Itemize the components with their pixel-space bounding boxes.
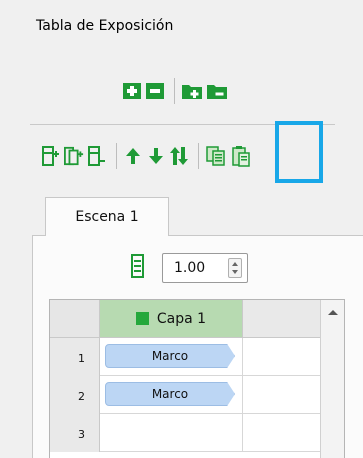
frame-chip[interactable]: Marco	[105, 344, 235, 368]
remove-green-square-icon[interactable]	[145, 81, 165, 101]
scroll-up-arrow-icon[interactable]	[328, 310, 338, 315]
copy-icon[interactable]	[205, 146, 227, 166]
swap-arrows-icon[interactable]	[169, 146, 189, 166]
grid-cell[interactable]: Marco	[100, 338, 243, 376]
grid-corner	[50, 300, 100, 338]
layer-color-swatch	[135, 312, 149, 325]
toolbar-separator	[116, 143, 117, 169]
table-row: 1 Marco	[50, 338, 321, 376]
vertical-scrollbar[interactable]	[320, 300, 344, 458]
toolbar-separator	[198, 143, 199, 169]
highlight-box	[275, 121, 323, 183]
table-row: 2 Marco	[50, 376, 321, 414]
remove-frame-icon[interactable]	[87, 146, 107, 166]
table-row: 3	[50, 414, 321, 452]
frame-zoom-icon	[131, 254, 144, 278]
toolbar-separator	[174, 78, 175, 104]
move-up-arrow-icon[interactable]	[123, 146, 143, 166]
spin-up-icon[interactable]	[232, 262, 238, 266]
grid-cell[interactable]: Marco	[100, 376, 243, 414]
frame-chip[interactable]: Marco	[105, 382, 235, 406]
row-number: 3	[50, 414, 100, 452]
remove-folder-icon[interactable]	[206, 81, 228, 101]
paste-icon[interactable]	[230, 146, 252, 167]
exposure-grid: Capa 1 1 Marco 2 Marco 3	[49, 299, 345, 458]
layer-toolbar	[122, 76, 231, 106]
add-green-square-icon[interactable]	[122, 81, 142, 101]
layer-header-label: Capa 1	[156, 310, 207, 327]
zoom-value[interactable]: 1.00	[174, 260, 205, 276]
add-folder-icon[interactable]	[181, 81, 203, 101]
exposure-table-panel: Tabla de Exposición Escena 1 1.00 Capa 1…	[0, 0, 363, 458]
zoom-spinbox[interactable]: 1.00	[162, 253, 248, 283]
frame-toolbar	[41, 136, 255, 176]
tab-escena-1[interactable]: Escena 1	[45, 197, 169, 236]
header-empty	[243, 300, 321, 338]
spin-arrows[interactable]	[228, 258, 242, 278]
spin-down-icon[interactable]	[232, 270, 238, 274]
insert-frames-icon[interactable]	[64, 146, 84, 166]
insert-frame-icon[interactable]	[41, 146, 61, 166]
toolbar-divider	[30, 124, 335, 125]
move-down-arrow-icon[interactable]	[146, 146, 166, 166]
panel-title: Tabla de Exposición	[36, 18, 174, 34]
layer-header[interactable]: Capa 1	[100, 300, 243, 338]
row-number: 1	[50, 338, 100, 376]
row-number: 2	[50, 376, 100, 414]
grid-cell[interactable]	[100, 414, 243, 452]
